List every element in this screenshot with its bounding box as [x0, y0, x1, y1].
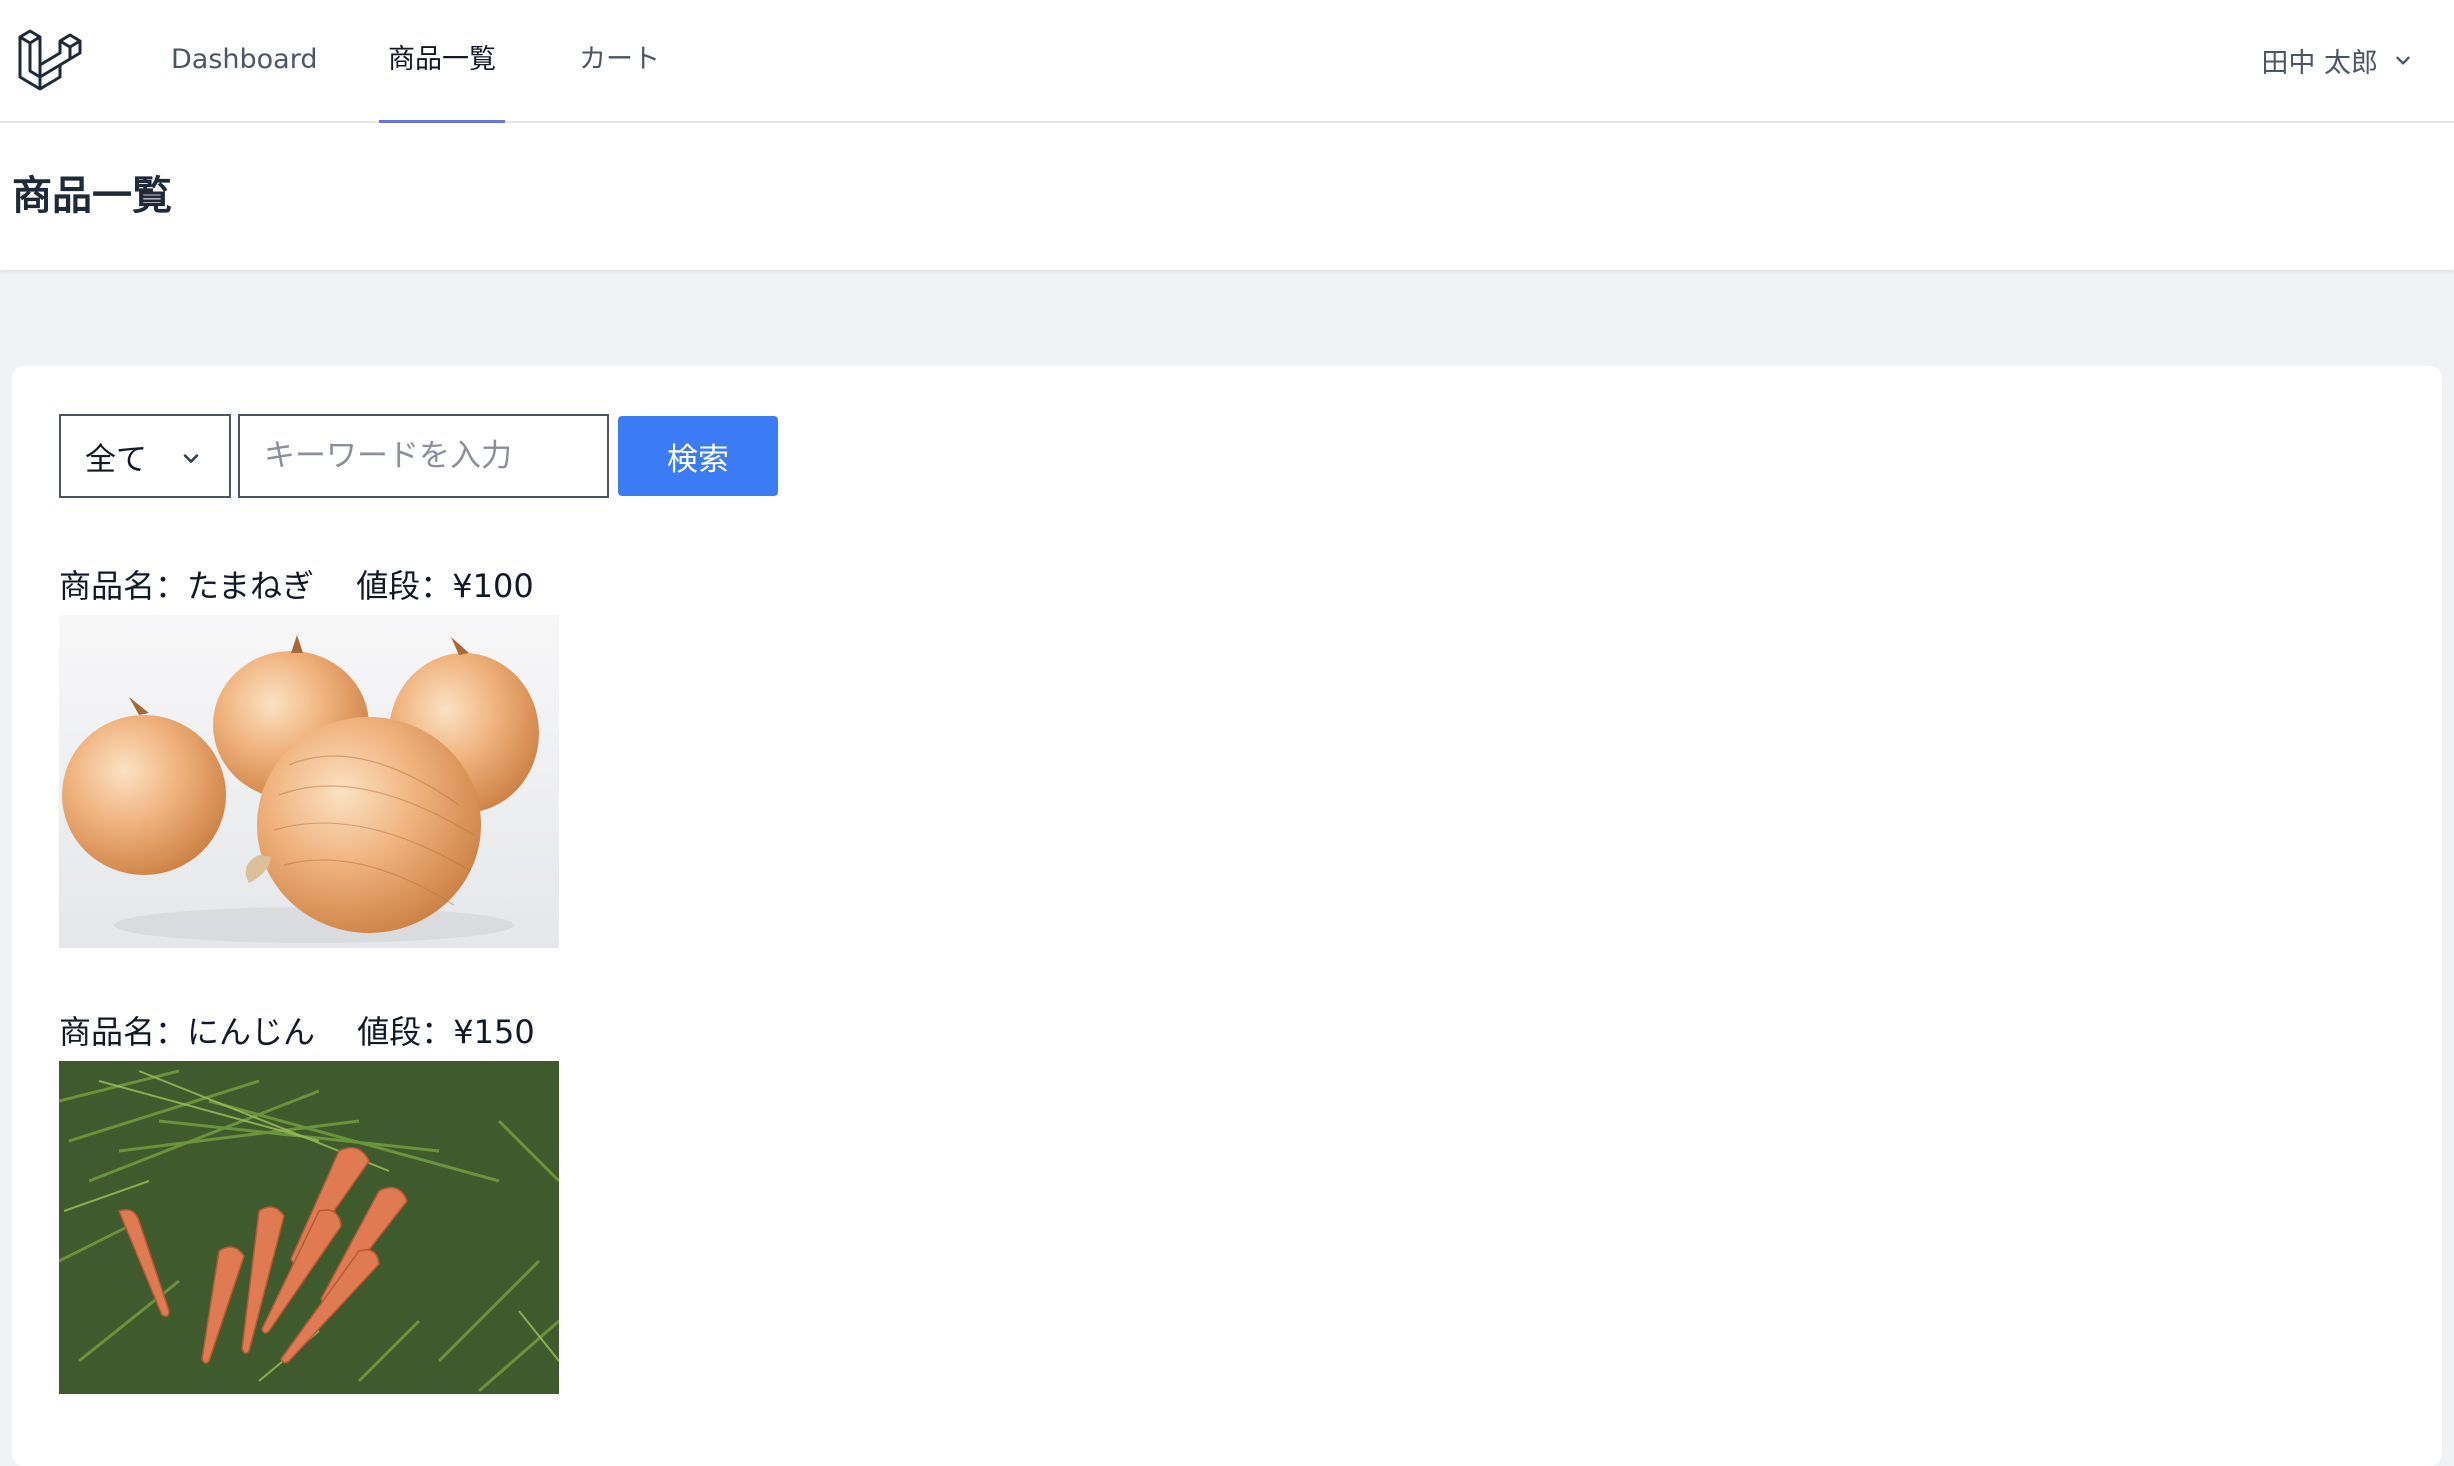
content-card: 全て 検索 商品名：たまねぎ 値段：¥100 — [12, 366, 2442, 1466]
search-button[interactable]: 検索 — [618, 416, 778, 496]
product-item: 商品名：たまねぎ 値段：¥100 — [59, 561, 559, 948]
user-menu-dropdown[interactable]: 田中 太郎 — [2261, 0, 2414, 120]
nav-link-cart[interactable]: カート — [579, 0, 660, 123]
product-caption: 商品名：にんじん 値段：¥150 — [59, 1007, 559, 1057]
product-name-label: 商品名： — [59, 1013, 188, 1051]
product-name-label: 商品名： — [59, 567, 188, 605]
top-navbar: Dashboard 商品一覧 カート 田中 太郎 — [0, 0, 2454, 124]
nav-link-products[interactable]: 商品一覧 — [379, 0, 505, 124]
chevron-down-icon — [183, 454, 199, 463]
page-header: 商品一覧 — [0, 123, 2454, 270]
nav-link-dashboard[interactable]: Dashboard — [171, 0, 317, 123]
product-name: にんじん — [187, 1013, 316, 1051]
product-item: 商品名：にんじん 値段：¥150 — [59, 1007, 559, 1394]
carrot-photo[interactable] — [59, 1061, 559, 1394]
product-price: ¥100 — [452, 567, 534, 605]
chevron-down-icon — [2396, 56, 2410, 65]
category-select-value: 全て — [85, 441, 147, 478]
category-select[interactable]: 全て — [59, 414, 231, 498]
onion-photo[interactable] — [59, 615, 559, 948]
product-price: ¥150 — [453, 1013, 535, 1051]
user-name: 田中 太郎 — [2261, 47, 2378, 79]
keyword-search-input[interactable] — [238, 414, 609, 498]
product-name: たまねぎ — [187, 567, 315, 605]
laravel-logo-icon[interactable] — [16, 25, 84, 93]
product-price-label: 値段： — [356, 567, 453, 605]
product-caption: 商品名：たまねぎ 値段：¥100 — [59, 561, 559, 611]
product-price-label: 値段： — [357, 1013, 454, 1051]
page-title: 商品一覧 — [12, 173, 172, 219]
